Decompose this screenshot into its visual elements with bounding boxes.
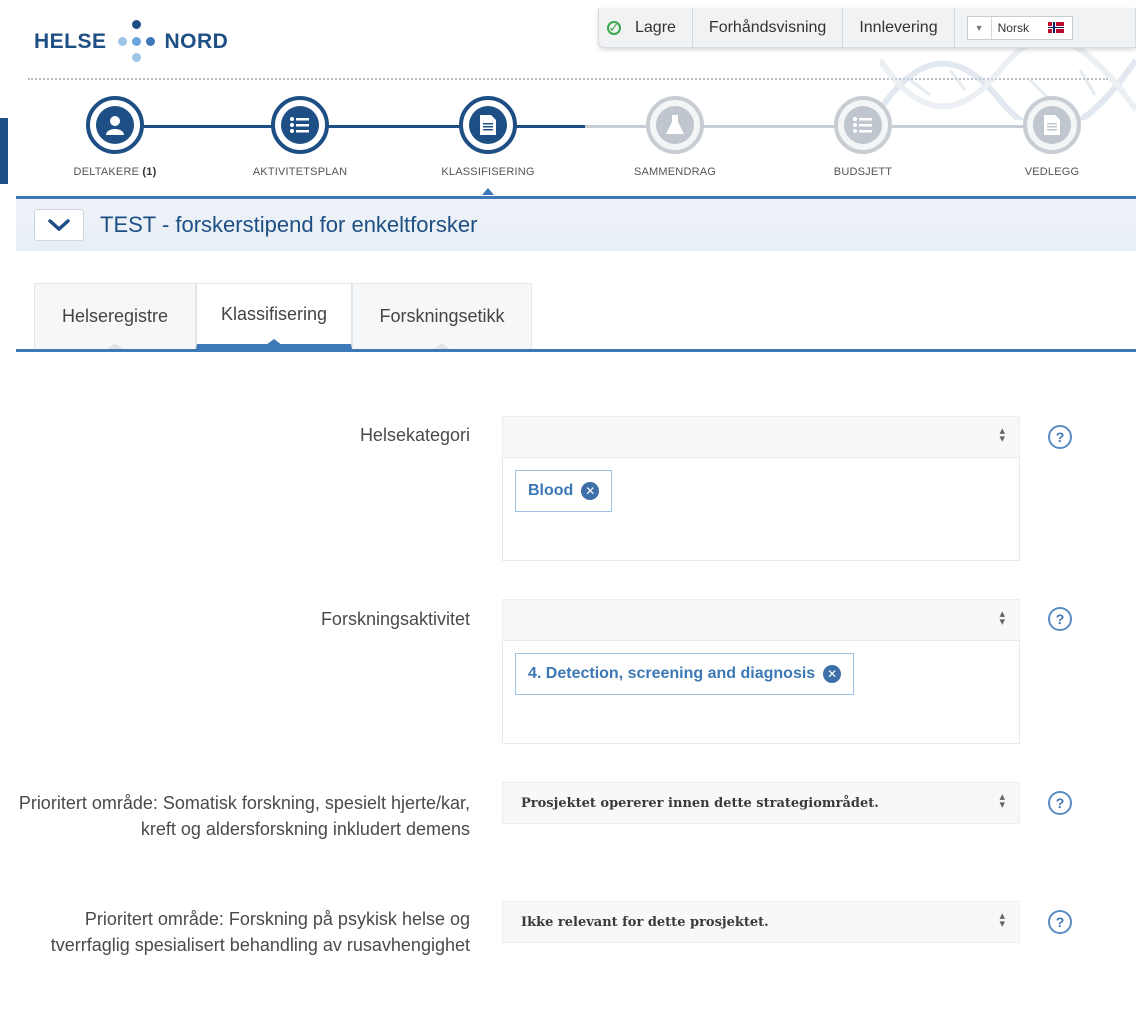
step-circle [1023,96,1081,154]
logo-text-left: HELSE [34,30,107,53]
language-select[interactable]: ▼ Norsk [966,15,1073,40]
remove-tag-icon[interactable]: ✕ [823,665,842,683]
select-arrows-icon: ▴ ▾ [999,424,1005,445]
priority-somatic-value: Prosjektet opererer innen dette strategi… [521,795,879,811]
step-label: SAMMENDRAG [633,166,717,178]
logo-cross-icon [113,20,159,64]
language-label: Norsk [997,20,1029,35]
select-arrows-icon: ▴ ▾ [999,607,1005,628]
step-circle [459,96,517,154]
step-circle [86,96,144,154]
step-circle [834,96,892,154]
priority-somatic-select[interactable]: Prosjektet opererer innen dette strategi… [502,782,1020,824]
top-toolbar: ✓ Lagre Forhåndsvisning Innlevering ▼ No… [598,8,1136,48]
tag-label: Blood [528,482,574,499]
remove-tag-icon[interactable]: ✕ [581,482,600,500]
tag-blood: Blood ✕ [515,470,613,512]
help-icon[interactable]: ? [1048,425,1072,449]
step-circle [646,96,704,154]
project-header: TEST - forskerstipend for enkeltforsker [16,199,1136,251]
preview-button[interactable]: Forhåndsvisning [693,8,844,47]
tab-forskningsetikk[interactable]: Forskningsetikk [352,283,532,349]
step-label: KLASSIFISERING [441,166,535,178]
health-category-select[interactable]: ▴ ▾ [502,416,1020,458]
step-budsjett[interactable]: BUDSJETT [803,96,923,178]
tag-label: 4. Detection, screening and diagnosis [528,665,816,682]
tab-helseregistre[interactable]: Helseregistre [34,283,196,349]
step-klassifisering[interactable]: KLASSIFISERING [428,96,548,195]
current-step-pointer [482,188,494,195]
collapse-button[interactable] [34,209,84,241]
help-icon[interactable]: ? [1048,791,1072,815]
step-circle [271,96,329,154]
step-label: DELTAKERE (1) [73,166,157,178]
select-arrows-icon: ▴ ▾ [999,909,1005,930]
person-icon [96,106,134,144]
step-label: VEDLEGG [1024,166,1080,178]
research-activity-select[interactable]: ▴ ▾ [502,599,1020,641]
project-title: TEST - forskerstipend for enkeltforsker [100,212,478,237]
priority-somatic-label: Prioritert område: Somatisk forskning, s… [18,793,470,839]
step-label: BUDSJETT [833,166,893,178]
priority-mental-select[interactable]: Ikke relevant for dette prosjektet. ▴ ▾ [502,901,1020,943]
list-icon [844,106,882,144]
health-category-tags[interactable]: Blood ✕ [502,457,1020,561]
tab-klassifisering[interactable]: Klassifisering [196,283,352,349]
chevron-down-icon [48,219,70,231]
tab-label: Klassifisering [220,303,328,324]
list-icon [281,106,319,144]
wizard-stepper: DELTAKERE (1) AKTIVITETSPLAN KLASSIFISER… [0,96,1136,196]
helse-nord-logo[interactable]: HELSE NORD [34,20,228,64]
norway-flag-icon [1047,22,1064,33]
flask-icon [656,106,694,144]
submit-button[interactable]: Innlevering [843,8,955,47]
research-activity-label: Forskningsaktivitet [320,609,470,629]
research-activity-tags[interactable]: 4. Detection, screening and diagnosis ✕ [502,640,1020,744]
tab-label: Helseregistre [61,306,169,326]
health-category-label: Helsekategori [359,425,470,445]
logo-text-right: NORD [164,30,229,53]
save-label: Lagre [635,18,676,36]
priority-mental-value: Ikke relevant for dette prosjektet. [521,914,769,930]
step-sammendrag[interactable]: SAMMENDRAG [615,96,735,178]
tag-detection-screening-diagnosis: 4. Detection, screening and diagnosis ✕ [515,653,855,695]
tab-notch [266,339,282,345]
step-vedlegg[interactable]: VEDLEGG [992,96,1112,178]
step-deltakere[interactable]: DELTAKERE (1) [55,96,175,178]
save-button[interactable]: ✓ Lagre [599,8,693,47]
tab-bar: Helseregistre Klassifisering Forskningse… [34,283,532,349]
step-label: AKTIVITETSPLAN [252,166,348,178]
help-icon[interactable]: ? [1048,910,1072,934]
document-icon [469,106,507,144]
document-icon [1033,106,1071,144]
tab-label: Forskningsetikk [379,306,505,326]
priority-mental-label: Prioritert område: Forskning på psykisk … [50,909,470,955]
tabs-divider [16,349,1136,352]
dropdown-caret-icon: ▼ [968,16,992,39]
check-icon: ✓ [607,19,621,35]
help-icon[interactable]: ? [1048,607,1072,631]
select-arrows-icon: ▴ ▾ [999,790,1005,811]
step-aktivitetsplan[interactable]: AKTIVITETSPLAN [240,96,360,178]
